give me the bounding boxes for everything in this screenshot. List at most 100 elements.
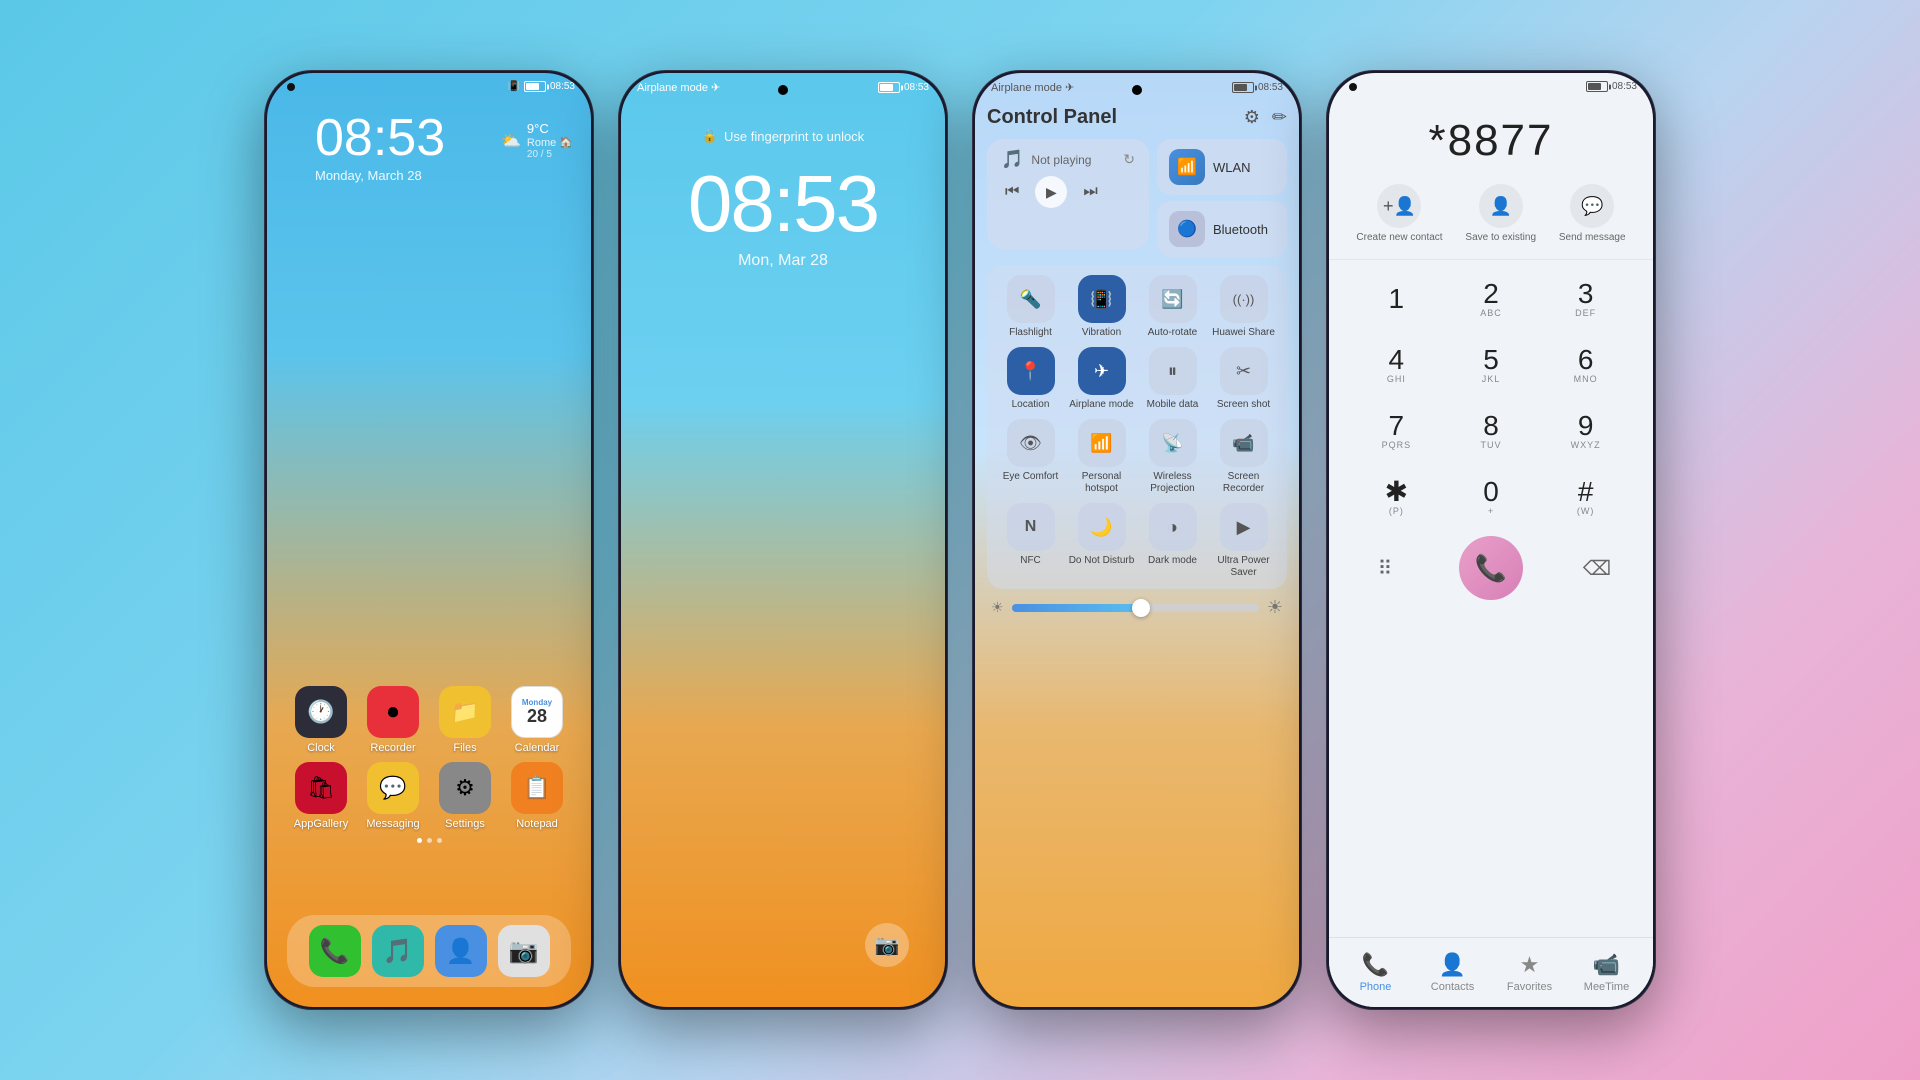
ultra-power-label: Ultra Power Saver [1210,555,1278,579]
toggle-nfc[interactable]: N NFC [997,503,1065,579]
control-panel: Control Panel ⚙ ✏ 🎵 Not playing ↻ [975,98,1299,626]
status-right: 📳 08:53 [508,81,575,92]
phone-home: 📳 08:53 08:53 Monday, March 28 ⛅ 9°C Rom… [264,70,594,1010]
gallery-label: AppGallery [294,818,348,830]
dial-row-1: 1 2 ABC 3 DEF [1349,268,1633,330]
toggles-grid: 🔦 Flashlight 📳 Vibration 🔄 Auto-rotate [987,265,1287,589]
toggle-huawei-share[interactable]: ((·)) Huawei Share [1210,275,1278,339]
toggle-vibration[interactable]: 📳 Vibration [1068,275,1136,339]
meetime-nav-icon: 📹 [1593,952,1620,978]
camera-shortcut[interactable]: 📷 [865,923,909,967]
grid-btn[interactable]: ⠿ [1349,537,1421,599]
toggle-dark-mode[interactable]: ◑ Dark mode [1139,503,1207,579]
toggle-row-2: 📍 Location ✈ Airplane mode ⏸ Mobile data [995,347,1279,411]
app-clock[interactable]: 🕐 Clock [289,686,353,754]
toggle-autorotate[interactable]: 🔄 Auto-rotate [1139,275,1207,339]
brightness-slider[interactable]: ☀ ☀ [987,597,1287,618]
settings-icon[interactable]: ⚙ [1244,107,1260,128]
toggle-hotspot[interactable]: 📶 Personal hotspot [1068,419,1136,495]
save-existing-action[interactable]: 👤 Save to existing [1465,184,1536,243]
app-settings[interactable]: ⚙ Settings [433,762,497,830]
favorites-nav-icon: ★ [1520,952,1540,978]
contacts-nav-icon: 👤 [1439,952,1466,978]
dock-phone[interactable]: 📞 [309,925,361,977]
key-hash[interactable]: # (W) [1550,466,1622,528]
toggle-screen-rec[interactable]: 📹 Screen Recorder [1210,419,1278,495]
punch-hole [778,85,788,95]
lock-time: 08:53 [688,164,878,244]
dock: 📞 🎵 👤 📷 [287,915,571,987]
key-2[interactable]: 2 ABC [1455,268,1527,330]
dock-contacts[interactable]: 👤 [435,925,487,977]
weather-temp: 9°C [527,121,573,136]
favorites-nav-label: Favorites [1507,981,1552,993]
toggle-ultra-power[interactable]: ▶ Ultra Power Saver [1210,503,1278,579]
edit-icon[interactable]: ✏ [1272,107,1287,128]
create-contact-action[interactable]: +👤 Create new contact [1356,184,1442,243]
toggle-dnd[interactable]: 🌙 Do Not Disturb [1068,503,1136,579]
toggle-airplane[interactable]: ✈ Airplane mode [1068,347,1136,411]
key-4[interactable]: 4 GHI [1360,334,1432,396]
app-grid: 🕐 Clock ⏺ Recorder 📁 Files Monday [267,686,591,847]
brightness-high-icon: ☀ [1267,597,1283,618]
clock-icon: 🕐 [295,686,347,738]
key-star[interactable]: ✱ (P) [1360,466,1432,528]
lock-icon: 🔒 [702,128,718,144]
page-dot-2 [427,838,432,843]
dock-music[interactable]: 🎵 [372,925,424,977]
media-card: 🎵 Not playing ↻ ⏮ ▶ ⏭ [987,139,1149,249]
delete-btn[interactable]: ⌫ [1561,537,1633,599]
key-5[interactable]: 5 JKL [1455,334,1527,396]
message-icon: 💬 [1570,184,1614,228]
bluetooth-button[interactable]: 🔵 Bluetooth [1157,201,1287,257]
key-0[interactable]: 0 + [1455,466,1527,528]
wlan-button[interactable]: 📶 WLAN [1157,139,1287,195]
app-messaging[interactable]: 💬 Messaging [361,762,425,830]
autorotate-icon: 🔄 [1149,275,1197,323]
toggle-row-1: 🔦 Flashlight 📳 Vibration 🔄 Auto-rotate [995,275,1279,339]
nav-contacts[interactable]: 👤 Contacts [1418,952,1488,993]
nfc-icon: N [1007,503,1055,551]
toggle-eye-comfort[interactable]: 👁 Eye Comfort [997,419,1065,495]
nav-phone[interactable]: 📞 Phone [1341,952,1411,993]
nav-meetime[interactable]: 📹 MeeTime [1572,952,1642,993]
key-9[interactable]: 9 WXYZ [1550,400,1622,462]
notepad-icon: 📋 [511,762,563,814]
app-calendar[interactable]: Monday 28 Calendar [505,686,569,754]
vibration-label: Vibration [1082,327,1121,339]
key-3[interactable]: 3 DEF [1550,268,1622,330]
toggle-location[interactable]: 📍 Location [997,347,1065,411]
key-6[interactable]: 6 MNO [1550,334,1622,396]
app-notepad[interactable]: 📋 Notepad [505,762,569,830]
toggle-screenshot[interactable]: ✂ Screen shot [1210,347,1278,411]
app-recorder[interactable]: ⏺ Recorder [361,686,425,754]
app-files[interactable]: 📁 Files [433,686,497,754]
prev-btn[interactable]: ⏮ [1005,183,1019,201]
toggle-mobile-data[interactable]: ⏸ Mobile data [1139,347,1207,411]
share-label: Huawei Share [1212,327,1275,339]
app-gallery[interactable]: 🛍 AppGallery [289,762,353,830]
next-btn[interactable]: ⏭ [1083,183,1097,201]
play-btn[interactable]: ▶ [1035,176,1067,208]
app-row-2: 🛍 AppGallery 💬 Messaging ⚙ Settings 📋 No… [285,762,573,830]
key-7[interactable]: 7 PQRS [1360,400,1432,462]
screenshot-icon: ✂ [1220,347,1268,395]
vibration-icon: 📳 [1078,275,1126,323]
toggle-row-4: N NFC 🌙 Do Not Disturb ◑ Dark mode ▶ [995,503,1279,579]
refresh-icon: ↻ [1123,151,1135,168]
toggle-flashlight[interactable]: 🔦 Flashlight [997,275,1065,339]
key-1[interactable]: 1 [1360,268,1432,330]
key-8[interactable]: 8 TUV [1455,400,1527,462]
hotspot-label: Personal hotspot [1068,471,1136,495]
airplane-label: Airplane mode ✈ [991,81,1074,94]
page-dot-1 [417,838,422,843]
nav-favorites[interactable]: ★ Favorites [1495,952,1565,993]
battery [1586,81,1608,92]
mobile-data-label: Mobile data [1147,399,1199,411]
flashlight-icon: 🔦 [1007,275,1055,323]
dock-camera[interactable]: 📷 [498,925,550,977]
send-message-action[interactable]: 💬 Send message [1559,184,1626,243]
toggle-wireless-proj[interactable]: 📡 Wireless Projection [1139,419,1207,495]
call-button[interactable]: 📞 [1459,536,1523,600]
page-dots [285,838,573,843]
